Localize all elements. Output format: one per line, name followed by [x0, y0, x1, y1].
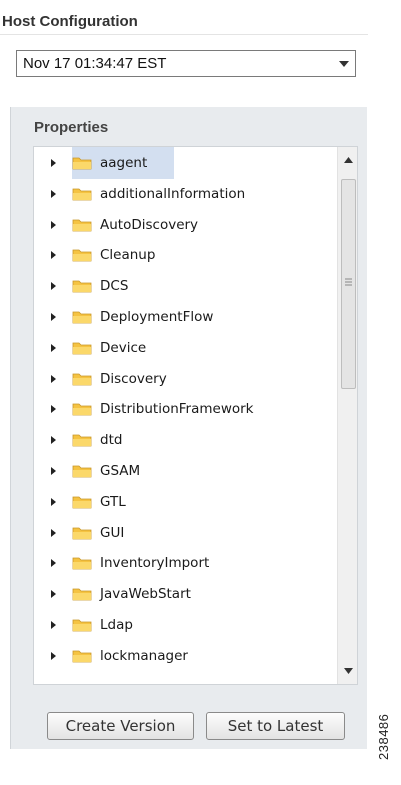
tree-item[interactable]: GTL [34, 490, 128, 514]
tree-item[interactable]: Device [34, 336, 148, 360]
expand-arrow-icon[interactable] [51, 159, 56, 167]
tree-item-label: GTL [100, 493, 126, 510]
set-to-latest-button[interactable]: Set to Latest [206, 712, 345, 740]
expand-arrow-icon[interactable] [51, 528, 56, 537]
expand-arrow-icon[interactable] [51, 467, 56, 475]
folder-icon [72, 557, 92, 570]
expand-arrow-icon[interactable] [51, 220, 56, 229]
tree-item-label: Cleanup [100, 247, 156, 264]
tree-item[interactable]: Cleanup [34, 243, 157, 267]
folder-icon [72, 342, 92, 355]
expand-arrow-icon[interactable] [51, 436, 56, 445]
folder-icon [72, 403, 92, 416]
tree-item[interactable]: dtd [34, 428, 124, 452]
tree-item-label: DCS [100, 278, 129, 295]
expand-arrow-icon[interactable] [51, 651, 56, 660]
version-dropdown[interactable]: Nov 17 01:34:47 EST [16, 50, 356, 77]
expand-arrow-icon[interactable] [51, 189, 56, 198]
tree-item[interactable]: InventoryImport [34, 551, 211, 575]
folder-icon [72, 527, 92, 539]
expand-arrow-icon[interactable] [51, 282, 56, 291]
tree-item[interactable]: GUI [34, 521, 126, 545]
expand-arrow-icon[interactable] [51, 621, 56, 629]
tree-item-label: additionalInformation [100, 185, 246, 202]
tree-item-label: Discovery [100, 370, 167, 387]
folder-icon [72, 280, 92, 293]
scroll-up-icon[interactable] [338, 151, 357, 169]
tree-item[interactable]: Discovery [34, 367, 169, 391]
folder-icon [72, 157, 92, 170]
host-configuration-title: Host Configuration [0, 10, 368, 35]
folder-icon [72, 496, 92, 509]
tree-item-label: GSAM [100, 463, 141, 479]
tree-item[interactable]: AutoDiscovery [34, 213, 200, 237]
tree-scrollbar[interactable] [337, 147, 357, 684]
expand-arrow-icon[interactable] [51, 559, 56, 568]
folder-icon [72, 373, 92, 385]
tree-item[interactable]: DeploymentFlow [34, 305, 215, 329]
properties-title: Properties [34, 119, 109, 136]
expand-arrow-icon[interactable] [51, 374, 56, 383]
folder-icon [72, 465, 92, 478]
folder-icon [72, 219, 92, 231]
tree-item[interactable]: DCS [34, 274, 130, 298]
tree-item[interactable]: JavaWebStart [34, 582, 193, 606]
tree-item-label: lockmanager [100, 647, 188, 664]
expand-arrow-icon[interactable] [51, 343, 56, 352]
tree-item[interactable]: DistributionFramework [34, 397, 256, 421]
expand-arrow-icon[interactable] [51, 590, 56, 599]
figure-id: 238486 [376, 713, 391, 760]
tree-item-label: aagent [100, 155, 148, 171]
version-dropdown-value: Nov 17 01:34:47 EST [23, 55, 167, 72]
folder-icon [72, 650, 92, 663]
chevron-down-icon[interactable] [333, 60, 355, 67]
tree-item[interactable]: lockmanager [34, 644, 190, 668]
tree-item[interactable]: aagent [34, 147, 174, 179]
tree-item[interactable]: additionalInformation [34, 182, 247, 206]
grip-icon [345, 278, 352, 286]
tree-item-label: InventoryImport [100, 555, 210, 572]
tree-item[interactable]: Ldap [34, 613, 135, 637]
scroll-thumb[interactable] [341, 179, 356, 389]
tree-item-label: Device [100, 339, 147, 356]
expand-arrow-icon[interactable] [51, 405, 56, 414]
tree-item[interactable]: GSAM [34, 459, 142, 483]
tree-item-label: AutoDiscovery [100, 216, 199, 233]
properties-tree[interactable]: aagent additionalInformation AutoDiscovery… [33, 146, 358, 685]
expand-arrow-icon[interactable] [51, 313, 56, 321]
expand-arrow-icon[interactable] [51, 497, 56, 506]
tree-item-label: GUI [100, 524, 125, 541]
folder-icon [72, 434, 92, 447]
folder-icon [72, 311, 92, 324]
folder-icon [72, 619, 92, 632]
scroll-down-icon[interactable] [338, 662, 357, 680]
folder-icon [72, 188, 92, 201]
tree-item-label: dtd [100, 432, 123, 449]
folder-icon [72, 588, 92, 601]
create-version-button[interactable]: Create Version [47, 712, 194, 740]
tree-item-label: DeploymentFlow [100, 309, 214, 325]
tree-item-label: Ldap [100, 617, 133, 633]
tree-item-label: DistributionFramework [100, 401, 254, 418]
expand-arrow-icon[interactable] [51, 251, 56, 260]
tree-item-label: JavaWebStart [100, 586, 191, 603]
folder-icon [72, 249, 92, 262]
